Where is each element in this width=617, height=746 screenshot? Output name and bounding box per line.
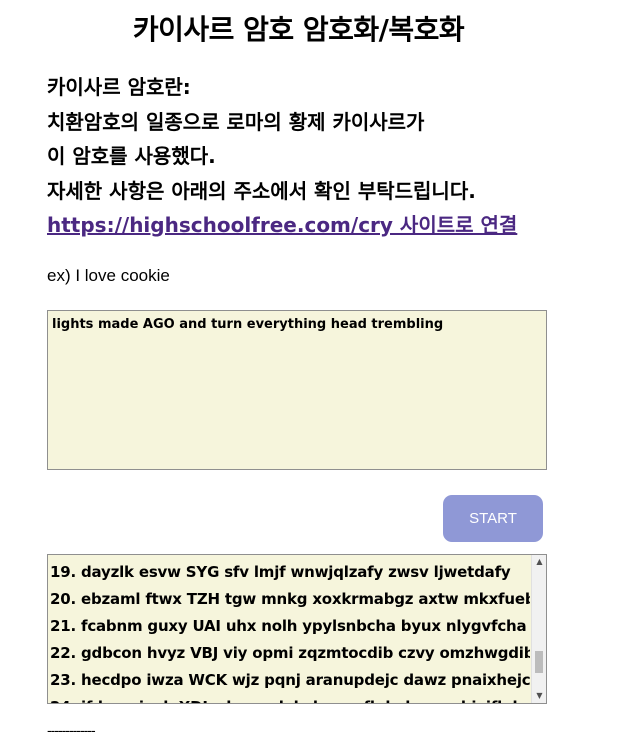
triangle-up-icon[interactable]: ▲ [532, 555, 546, 569]
result-line: 23. hecdpo iwza WCK wjz pqnj aranupdejc … [50, 671, 530, 689]
result-line: 21. fcabnm guxy UAI uhx nolh ypylsnbcha … [50, 617, 527, 635]
scrollbar-thumb[interactable] [535, 651, 543, 673]
result-line: 22. gdbcon hvyz VBJ viy opmi zqzmtocdib … [50, 644, 530, 662]
result-line: 20. ebzaml ftwx TZH tgw mnkg xoxkrmabgz … [50, 590, 530, 608]
output-scrollbar[interactable]: ▲ ▼ [531, 555, 546, 703]
divider-line: ------------- [47, 722, 96, 738]
reference-link[interactable]: https://highschoolfree.com/cry 사이트로 연결 [47, 213, 517, 237]
intro-line: 이 암호를 사용했다. [47, 144, 216, 168]
intro-line: 자세한 사항은 아래의 주소에서 확인 부탁드립니다. [47, 178, 476, 203]
triangle-down-icon[interactable]: ▼ [532, 689, 546, 703]
intro-line: 치환암호의 일종으로 로마의 황제 카이사르가 [47, 109, 425, 134]
start-button[interactable]: START [443, 495, 543, 542]
result-line: 24. ifdeqp jxab XDL xka qrok bsbovqefkd … [50, 694, 530, 703]
plaintext-input[interactable] [47, 310, 547, 470]
example-text: ex) I love cookie [47, 266, 170, 285]
intro-line: 카이사르 암호란: [47, 75, 191, 99]
result-lines: 19. dayzlk esvw SYG sfv lmjf wnwjqlzafy … [50, 559, 530, 703]
result-line: 19. dayzlk esvw SYG sfv lmjf wnwjqlzafy … [50, 563, 511, 581]
page-title: 카이사르 암호 암호화/복호화 [132, 13, 465, 46]
intro-section: 카이사르 암호란: 치환암호의 일종으로 로마의 황제 카이사르가 이 암호를 … [47, 70, 607, 243]
result-output[interactable]: 19. dayzlk esvw SYG sfv lmjf wnwjqlzafy … [47, 554, 547, 704]
